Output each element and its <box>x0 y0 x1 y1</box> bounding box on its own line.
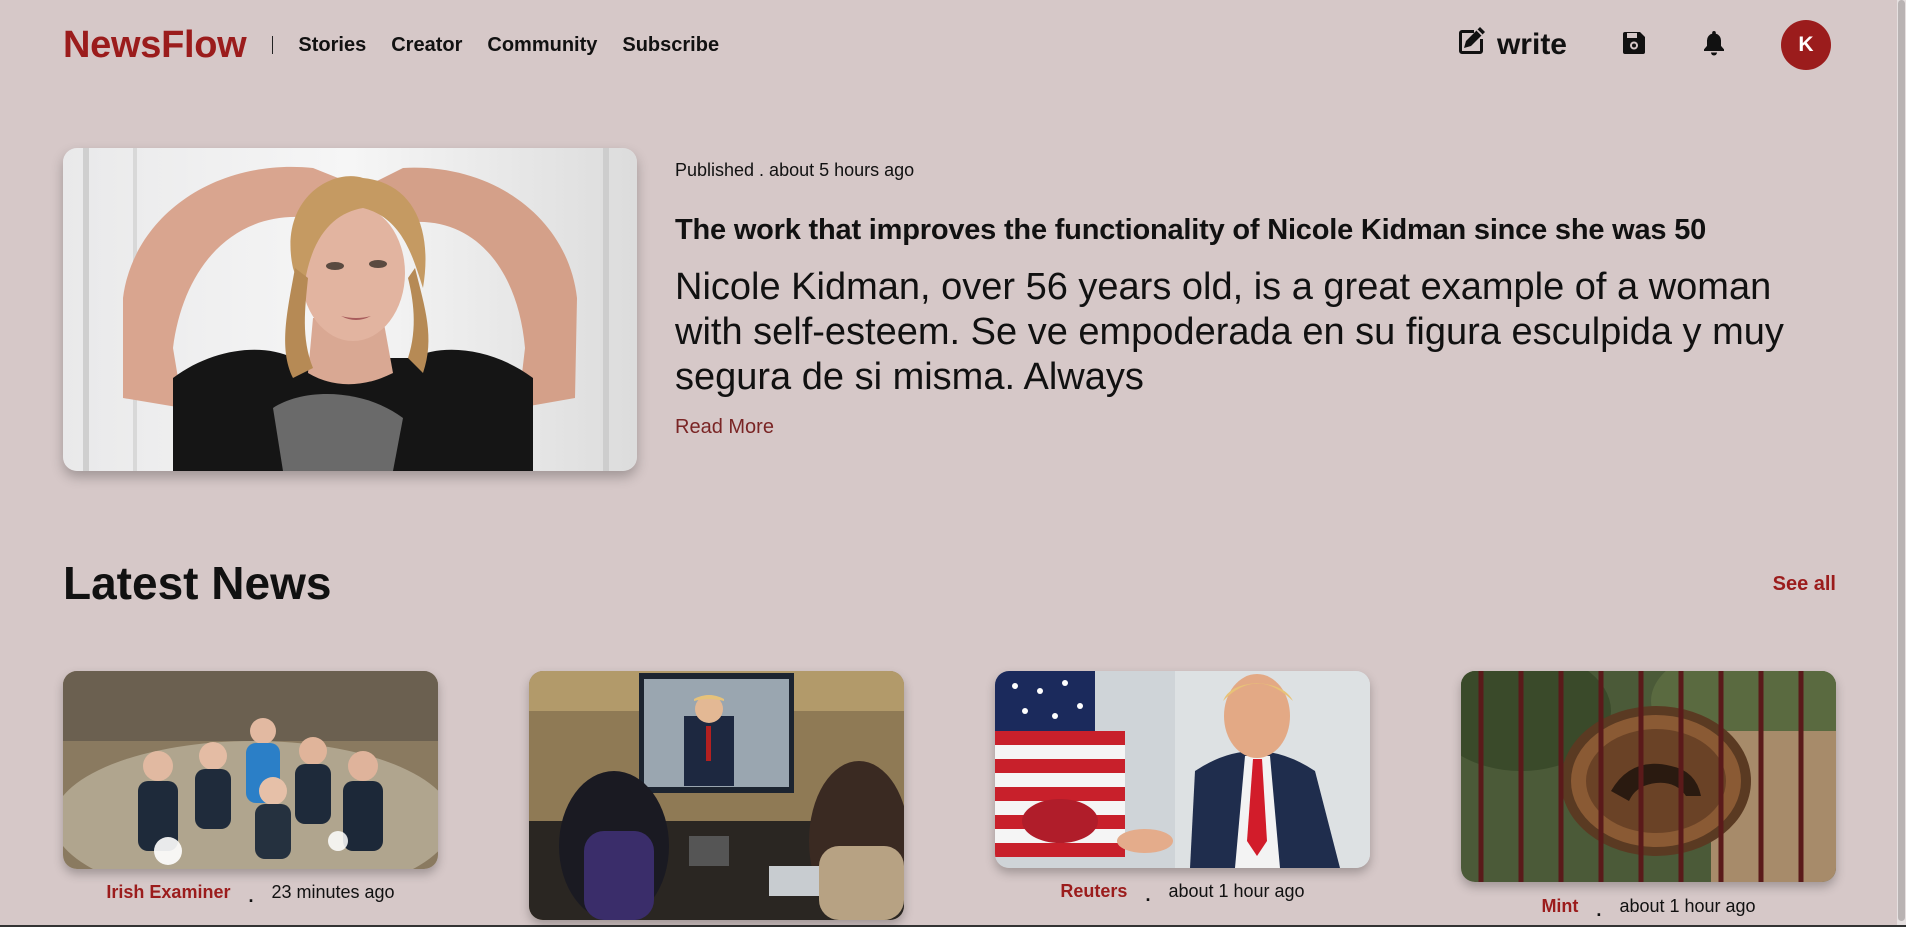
news-card-meta: Reuters . about 1 hour ago <box>995 881 1370 905</box>
news-source[interactable]: Reuters <box>1060 881 1127 902</box>
header-actions: write K <box>1455 20 1834 70</box>
news-time: about 1 hour ago <box>1619 896 1756 916</box>
write-label: write <box>1496 28 1567 61</box>
hero-image[interactable] <box>63 148 637 471</box>
user-avatar[interactable]: K <box>1781 20 1831 70</box>
main-nav: Stories Creator Community Subscribe <box>298 34 744 57</box>
news-time: 23 minutes ago <box>271 882 395 902</box>
hero-text-block: Published . about 5 hours ago The work t… <box>675 160 1845 439</box>
news-card[interactable]: Mint . about 1 hour ago <box>1461 671 1836 921</box>
latest-news-heading: Latest News <box>63 557 332 609</box>
page-scrollbar[interactable] <box>1897 0 1906 927</box>
hero-published: Published . about 5 hours ago <box>675 160 915 180</box>
floppy-disk-icon <box>1621 30 1647 61</box>
news-source[interactable]: Mint <box>1541 896 1578 917</box>
nav-community[interactable]: Community <box>487 34 597 57</box>
news-source[interactable]: Irish Examiner <box>106 882 230 903</box>
logo-divider <box>272 36 274 54</box>
news-time: about 1 hour ago <box>1168 881 1305 901</box>
news-card[interactable]: Irish Examiner . 23 minutes ago <box>63 671 438 911</box>
news-card-image[interactable] <box>63 671 438 869</box>
nav-subscribe[interactable]: Subscribe <box>622 34 719 57</box>
hero-body: Nicole Kidman, over 56 years old, is a g… <box>675 266 1784 398</box>
news-card-image[interactable] <box>529 671 904 920</box>
hero-title[interactable]: The work that improves the functionality… <box>675 214 1845 247</box>
nav-stories[interactable]: Stories <box>298 34 366 57</box>
bell-icon <box>1702 29 1726 62</box>
news-card-meta: Irish Examiner . 23 minutes ago <box>63 882 438 906</box>
news-card-image[interactable] <box>995 671 1370 868</box>
news-card-meta: Mint . about 1 hour ago <box>1461 896 1836 920</box>
nav-creator[interactable]: Creator <box>391 34 462 57</box>
read-more-link[interactable]: Read More <box>675 416 774 439</box>
write-button[interactable]: write <box>1455 25 1567 65</box>
edit-icon <box>1455 25 1487 65</box>
site-logo[interactable]: NewsFlow <box>63 24 247 67</box>
see-all-link[interactable]: See all <box>1773 573 1836 596</box>
top-navbar: NewsFlow Stories Creator Community Subsc… <box>0 0 1897 90</box>
save-button[interactable] <box>1619 30 1649 60</box>
news-card[interactable]: Reuters . about 1 hour ago <box>995 671 1370 911</box>
news-card-image[interactable] <box>1461 671 1836 882</box>
meta-separator: . <box>248 886 254 906</box>
news-card[interactable] <box>529 671 904 921</box>
meta-separator: . <box>1596 900 1602 920</box>
notifications-button[interactable] <box>1699 30 1729 60</box>
scrollbar-thumb[interactable] <box>1898 0 1905 921</box>
meta-separator: . <box>1145 885 1151 905</box>
